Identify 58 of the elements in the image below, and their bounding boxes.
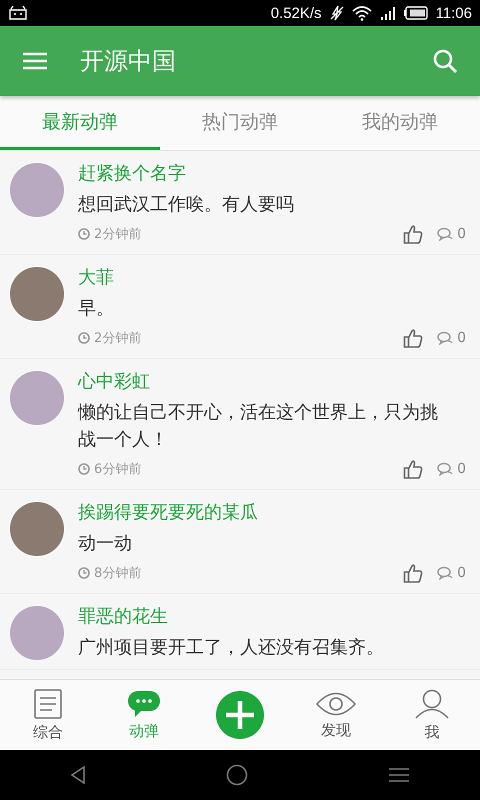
nav-tab[interactable]: 动弹 [96,680,192,750]
home-icon[interactable] [226,764,248,786]
person-icon [415,688,449,718]
post-time: 2分钟前 [94,226,142,243]
comment-icon[interactable] [437,331,454,345]
comment-icon[interactable] [437,566,454,580]
chat-bubble-icon [127,690,161,718]
clock-time: 11:06 [436,4,472,22]
avatar-placeholder [10,606,64,660]
nav-tab[interactable]: 我 [384,680,480,750]
signal-icon [380,5,396,21]
comment-count: 0 [457,226,466,242]
comment-icon[interactable] [437,462,454,476]
post-time: 8分钟前 [94,565,142,582]
avatar-placeholder [10,502,64,556]
comment-count: 0 [457,330,466,346]
no-charge-icon [330,5,344,21]
comment-count: 0 [457,565,466,581]
clock-icon [78,228,90,240]
battery-icon [404,6,428,20]
network-speed: 0.52K/s [270,4,322,22]
author-name[interactable]: 大菲 [78,267,466,289]
post-time: 2分钟前 [94,330,142,347]
back-icon[interactable] [70,766,86,784]
thumbs-up-icon[interactable] [403,224,424,244]
post-text: 想回武汉工作唉。有人要吗 [78,193,295,217]
search-icon [432,48,458,74]
author-name[interactable]: 心中彩虹 [78,371,466,393]
comment-icon[interactable] [437,227,454,241]
clock-icon [78,567,90,579]
android-icon [8,5,28,21]
menu-icon [22,51,48,71]
clock-icon [78,332,90,344]
app-title: 开源中国 [80,46,176,77]
feed-tab[interactable]: 我的动弹 [320,96,480,150]
author-name[interactable]: 赶紧换个名字 [78,163,466,185]
clock-icon [78,463,90,475]
post-time: 6分钟前 [94,461,142,478]
avatar-placeholder [10,267,64,321]
eye-icon [316,690,356,716]
avatar-placeholder [10,163,64,217]
post-text: 早。 [78,297,115,321]
post-text: 动一动 [78,532,133,556]
wifi-icon [352,5,372,21]
author-name[interactable]: 罪恶的花生 [78,606,466,628]
thumbs-up-icon[interactable] [403,563,424,583]
plus-icon [214,689,266,741]
nav-tab[interactable]: 综合 [0,680,96,750]
document-icon [34,688,62,718]
author-name[interactable]: 挨踢得要死要死的某瓜 [78,502,466,524]
menu-icon[interactable] [388,767,410,783]
nav-tab[interactable]: 发现 [288,680,384,750]
post-text: 懒的让自己不开心，活在这个世界上，只为挑战一个人！ [78,401,439,452]
feed-tab[interactable]: 热门动弹 [160,96,320,150]
thumbs-up-icon[interactable] [403,328,424,348]
post-text: 广州项目要开工了，人还没有召集齐。 [78,636,385,660]
comment-count: 0 [457,461,466,477]
thumbs-up-icon[interactable] [403,459,424,479]
